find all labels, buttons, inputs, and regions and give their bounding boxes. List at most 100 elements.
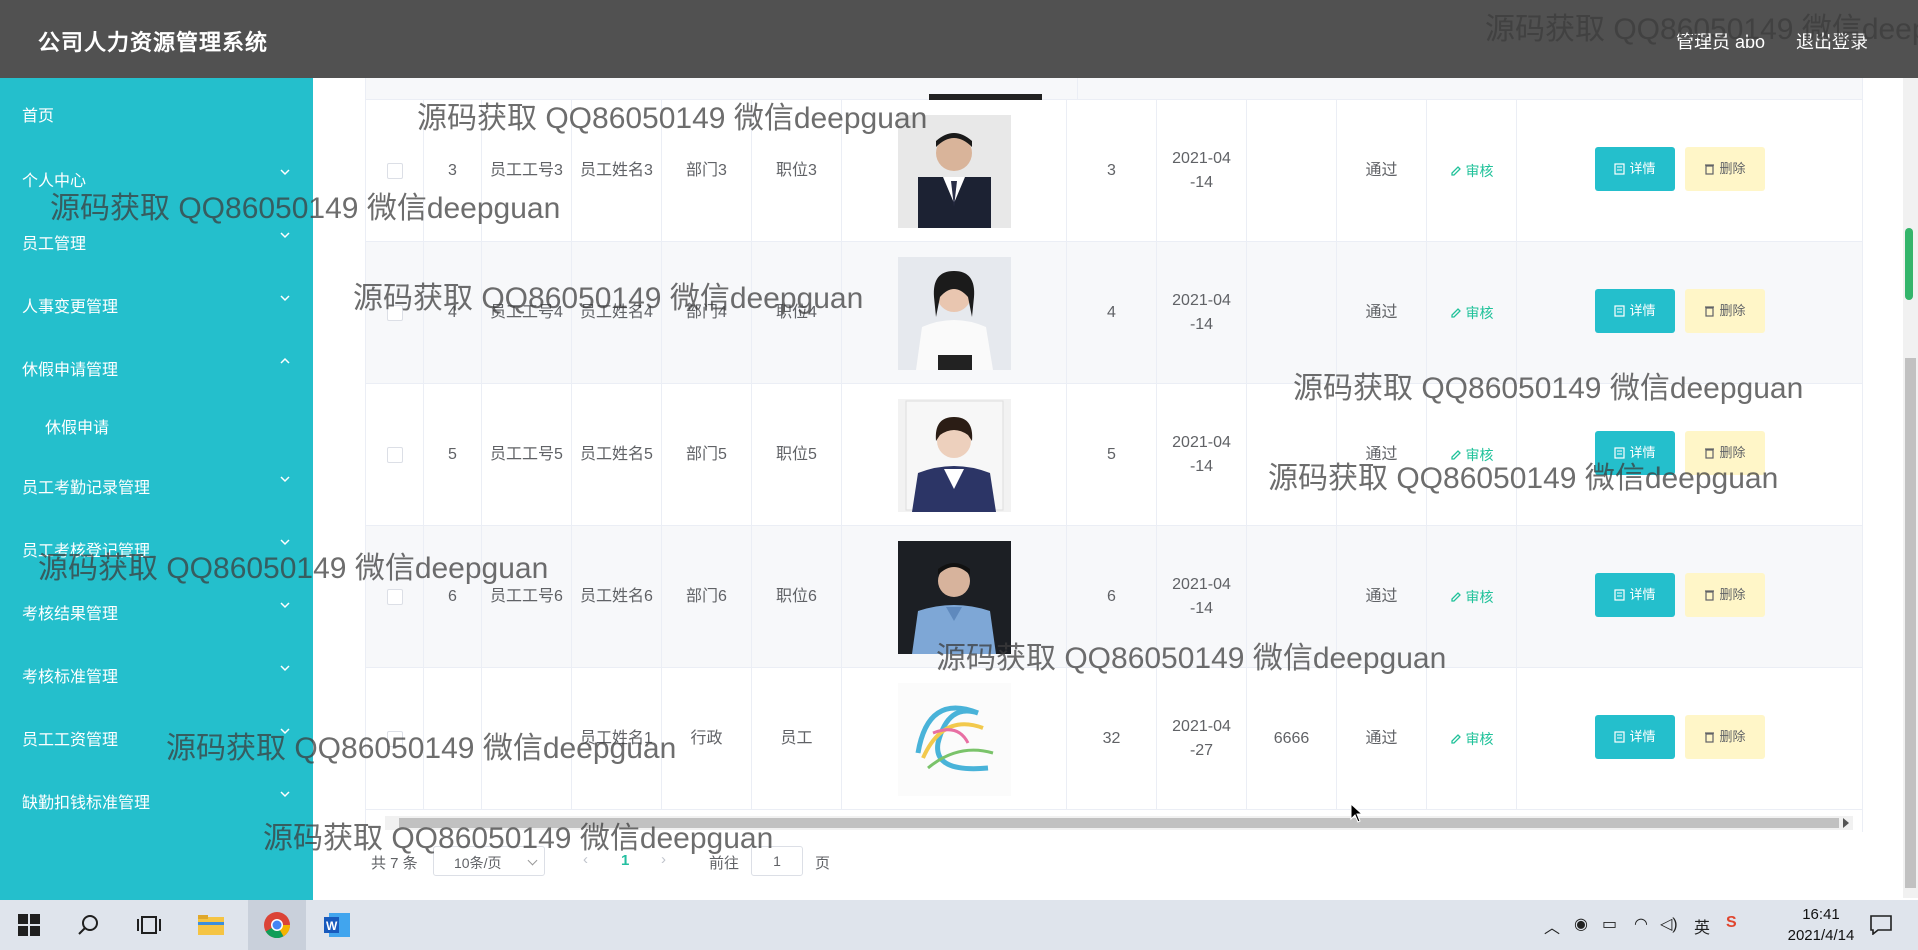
scroll-right-arrow-icon[interactable] (1843, 818, 1849, 828)
tray-s-icon[interactable]: S (1726, 914, 1737, 932)
date-cell: 2021-04-14 (1157, 100, 1247, 242)
row-checkbox[interactable] (386, 589, 403, 605)
position: 职位4 (776, 304, 817, 321)
goto-page-input[interactable]: 1 (751, 846, 803, 876)
audit-link[interactable]: 审核 (1450, 301, 1494, 325)
row-checkbox[interactable] (386, 447, 403, 463)
delete-button[interactable]: 删除 (1685, 715, 1765, 759)
audit-label: 审核 (1465, 731, 1494, 747)
chrome-icon[interactable] (262, 910, 292, 940)
mouse-cursor-icon (1350, 803, 1364, 823)
windows-start-icon[interactable] (14, 910, 44, 940)
sidebar-item-6[interactable]: 员工考勤记录管理 (22, 472, 292, 497)
next-page-icon[interactable]: › (661, 851, 666, 868)
vertical-scrollbar[interactable] (1903, 78, 1918, 898)
row-checkbox[interactable] (386, 731, 403, 747)
page-size-value: 10条/页 (454, 855, 502, 871)
emp-no-cell: 员工工号4 (482, 242, 572, 384)
sidebar-item-4[interactable]: 休假申请管理 (22, 354, 292, 379)
notification-icon[interactable] (1866, 910, 1896, 940)
delete-button[interactable]: 删除 (1685, 147, 1765, 191)
sidebar-item-7[interactable]: 员工考核登记管理 (22, 535, 292, 560)
detail-button[interactable]: 详情 (1595, 573, 1675, 617)
dept-cell: 行政 (662, 668, 752, 810)
edit-icon (1450, 734, 1461, 744)
emp-no-cell: 员工工号6 (482, 526, 572, 668)
delete-label: 删除 (1719, 587, 1746, 602)
days-cell: 5 (1067, 384, 1157, 526)
sidebar-item-5[interactable]: 休假申请 (22, 412, 292, 437)
horizontal-scrollbar-thumb[interactable] (399, 818, 1839, 828)
chevron-down-icon (280, 169, 290, 176)
page-size-select[interactable]: 10条/页 (433, 846, 545, 876)
position-cell: 职位6 (752, 526, 842, 668)
row-checkbox[interactable] (386, 305, 403, 321)
vertical-scrollbar-thumb[interactable] (1905, 358, 1916, 888)
sidebar-item-2[interactable]: 员工管理 (22, 228, 292, 253)
logout-link[interactable]: 退出登录 (1796, 28, 1868, 54)
sidebar-item-10[interactable]: 员工工资管理 (22, 724, 292, 749)
audit-link[interactable]: 审核 (1450, 159, 1494, 183)
file-explorer-icon[interactable] (196, 910, 226, 940)
volume-icon[interactable]: ◁) (1660, 914, 1678, 934)
horizontal-scrollbar[interactable] (385, 816, 1853, 830)
sidebar-item-9[interactable]: 考核标准管理 (22, 661, 292, 686)
search-icon[interactable] (74, 910, 104, 940)
detail-button[interactable]: 详情 (1595, 147, 1675, 191)
employee-photo (897, 398, 1011, 512)
photo-cell (842, 668, 1067, 810)
audit-link[interactable]: 审核 (1450, 585, 1494, 609)
delete-button[interactable]: 删除 (1685, 573, 1765, 617)
detail-button[interactable]: 详情 (1595, 715, 1675, 759)
photo-cell (842, 242, 1067, 384)
table-row: 6 员工工号6 员工姓名6 部门6 职位6 6 2021-04-14 通过 审核 详情 删除 (366, 526, 1862, 668)
task-view-icon[interactable] (134, 910, 164, 940)
employee-photo (897, 114, 1011, 228)
status-cell: 通过 (1337, 526, 1427, 668)
days-cell: 4 (1067, 242, 1157, 384)
days-cell: 32 (1067, 668, 1157, 810)
emp-name-cell: 员工姓名4 (572, 242, 662, 384)
detail-button[interactable]: 详情 (1595, 289, 1675, 333)
chevron-down-icon (280, 602, 290, 609)
leave-days: 4 (1107, 304, 1116, 321)
edit-icon (1450, 166, 1461, 176)
sidebar-item-label: 考核结果管理 (22, 606, 119, 623)
word-icon[interactable]: W (322, 910, 352, 940)
audit-link[interactable]: 审核 (1450, 727, 1494, 751)
taskbar-clock[interactable]: 16:41 2021/4/14 (1776, 904, 1866, 946)
goto-label: 前往 (709, 855, 740, 872)
current-page[interactable]: 1 (621, 852, 629, 869)
sidebar-item-0[interactable]: 首页 (22, 100, 292, 125)
ime-indicator[interactable]: 英 (1694, 914, 1710, 938)
delete-button[interactable]: 删除 (1685, 289, 1765, 333)
emp-name-cell: 员工姓名3 (572, 100, 662, 242)
detail-button[interactable]: 详情 (1595, 431, 1675, 475)
reason-cell (1247, 384, 1337, 526)
sidebar-item-label: 个人中心 (22, 173, 87, 190)
network-icon[interactable]: ◠ (1634, 914, 1648, 934)
department: 部门4 (686, 304, 727, 321)
audit-cell: 审核 (1427, 526, 1517, 668)
sidebar-item-1[interactable]: 个人中心 (22, 165, 292, 190)
department: 部门5 (686, 446, 727, 463)
audit-link[interactable]: 审核 (1450, 443, 1494, 467)
sidebar-item-11[interactable]: 缺勤扣钱标准管理 (22, 787, 292, 812)
audit-label: 审核 (1465, 589, 1494, 605)
employee-name: 员工姓名1 (580, 730, 653, 747)
department: 部门6 (686, 588, 727, 605)
delete-button[interactable]: 删除 (1685, 431, 1765, 475)
prev-page-icon[interactable]: ‹ (583, 851, 588, 868)
leave-days: 5 (1107, 446, 1116, 463)
tray-app-icon[interactable]: ◉ (1574, 914, 1588, 934)
sidebar-item-8[interactable]: 考核结果管理 (22, 598, 292, 623)
battery-icon[interactable]: ▭ (1602, 914, 1617, 934)
tray-chevron-up-icon[interactable]: ︿ (1544, 914, 1560, 938)
row-checkbox[interactable] (386, 163, 403, 179)
emp-no-cell: 员工工号5 (482, 384, 572, 526)
admin-user-label[interactable]: 管理员 abo (1676, 28, 1765, 54)
detail-label: 详情 (1629, 303, 1656, 318)
audit-cell: 审核 (1427, 384, 1517, 526)
sidebar-item-3[interactable]: 人事变更管理 (22, 291, 292, 316)
clock-date: 2021/4/14 (1787, 927, 1855, 944)
